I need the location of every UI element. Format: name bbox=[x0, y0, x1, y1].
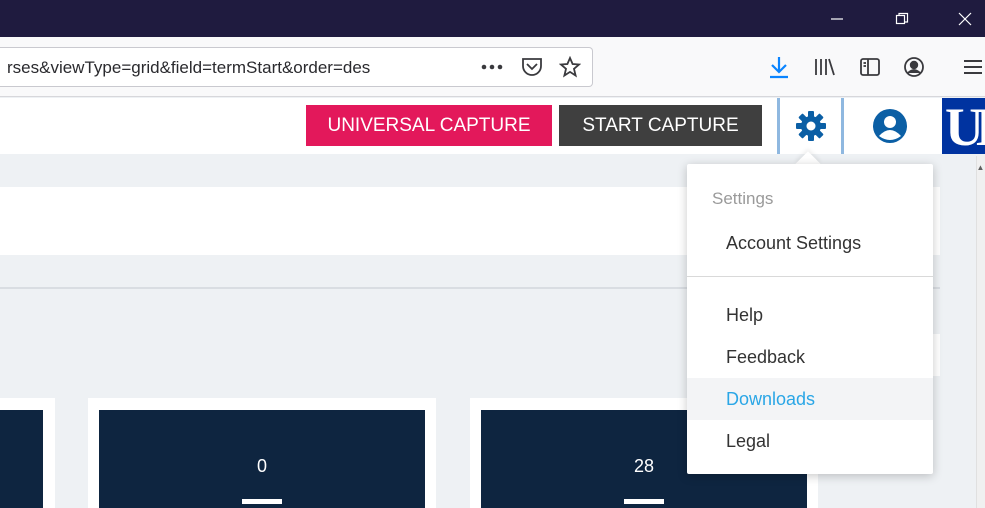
menu-divider bbox=[687, 276, 933, 277]
uk-logo-text: UK bbox=[945, 98, 985, 154]
user-profile-button[interactable] bbox=[866, 106, 914, 146]
menu-bars-icon bbox=[624, 499, 664, 508]
library-icon[interactable] bbox=[810, 52, 840, 82]
url-fade bbox=[380, 50, 470, 84]
menu-item-feedback[interactable]: Feedback bbox=[687, 336, 933, 378]
menu-item-help[interactable]: Help bbox=[687, 294, 933, 336]
close-icon bbox=[958, 12, 972, 25]
restore-icon bbox=[895, 12, 909, 24]
universal-capture-button[interactable]: UNIVERSAL CAPTURE bbox=[306, 105, 552, 146]
menu-icon[interactable] bbox=[957, 52, 985, 82]
course-card-banner bbox=[0, 410, 43, 508]
browser-toolbar: rses&viewType=grid&field=termStart&order… bbox=[0, 37, 985, 97]
course-card-count: 0 bbox=[256, 456, 267, 476]
menu-item-legal[interactable]: Legal bbox=[687, 420, 933, 462]
settings-button[interactable] bbox=[777, 98, 844, 154]
restore-button[interactable] bbox=[879, 0, 925, 37]
url-bar[interactable]: rses&viewType=grid&field=termStart&order… bbox=[0, 47, 593, 87]
user-circle-icon bbox=[873, 109, 907, 143]
course-card-banner: 0 bbox=[99, 410, 425, 508]
app-header: UNIVERSAL CAPTURE START CAPTURE UK bbox=[0, 98, 985, 154]
settings-dropdown: Settings Account Settings Help Feedback … bbox=[687, 164, 933, 474]
minimize-icon bbox=[831, 17, 843, 20]
start-capture-button[interactable]: START CAPTURE bbox=[559, 105, 762, 146]
menu-item-account-settings[interactable]: Account Settings bbox=[687, 222, 933, 264]
scroll-up-arrow-icon[interactable]: ▲ bbox=[976, 163, 985, 175]
course-card[interactable]: 0 bbox=[88, 398, 436, 508]
close-window-button[interactable] bbox=[942, 0, 985, 37]
menu-item-downloads[interactable]: Downloads bbox=[687, 378, 933, 420]
account-icon[interactable] bbox=[899, 52, 929, 82]
downloads-icon[interactable] bbox=[764, 52, 794, 82]
uk-logo: UK bbox=[942, 98, 985, 154]
settings-heading: Settings bbox=[712, 189, 774, 208]
browser-titlebar bbox=[0, 0, 985, 37]
course-card[interactable] bbox=[0, 398, 55, 508]
page-actions-icon[interactable] bbox=[477, 52, 507, 82]
gear-icon bbox=[795, 111, 826, 141]
bookmark-star-icon[interactable] bbox=[555, 52, 585, 82]
scrollbar[interactable] bbox=[976, 156, 985, 508]
minimize-button[interactable] bbox=[814, 0, 860, 37]
sidebar-icon[interactable] bbox=[855, 52, 885, 82]
pocket-icon[interactable] bbox=[517, 52, 547, 82]
menu-bars-icon bbox=[242, 499, 282, 508]
